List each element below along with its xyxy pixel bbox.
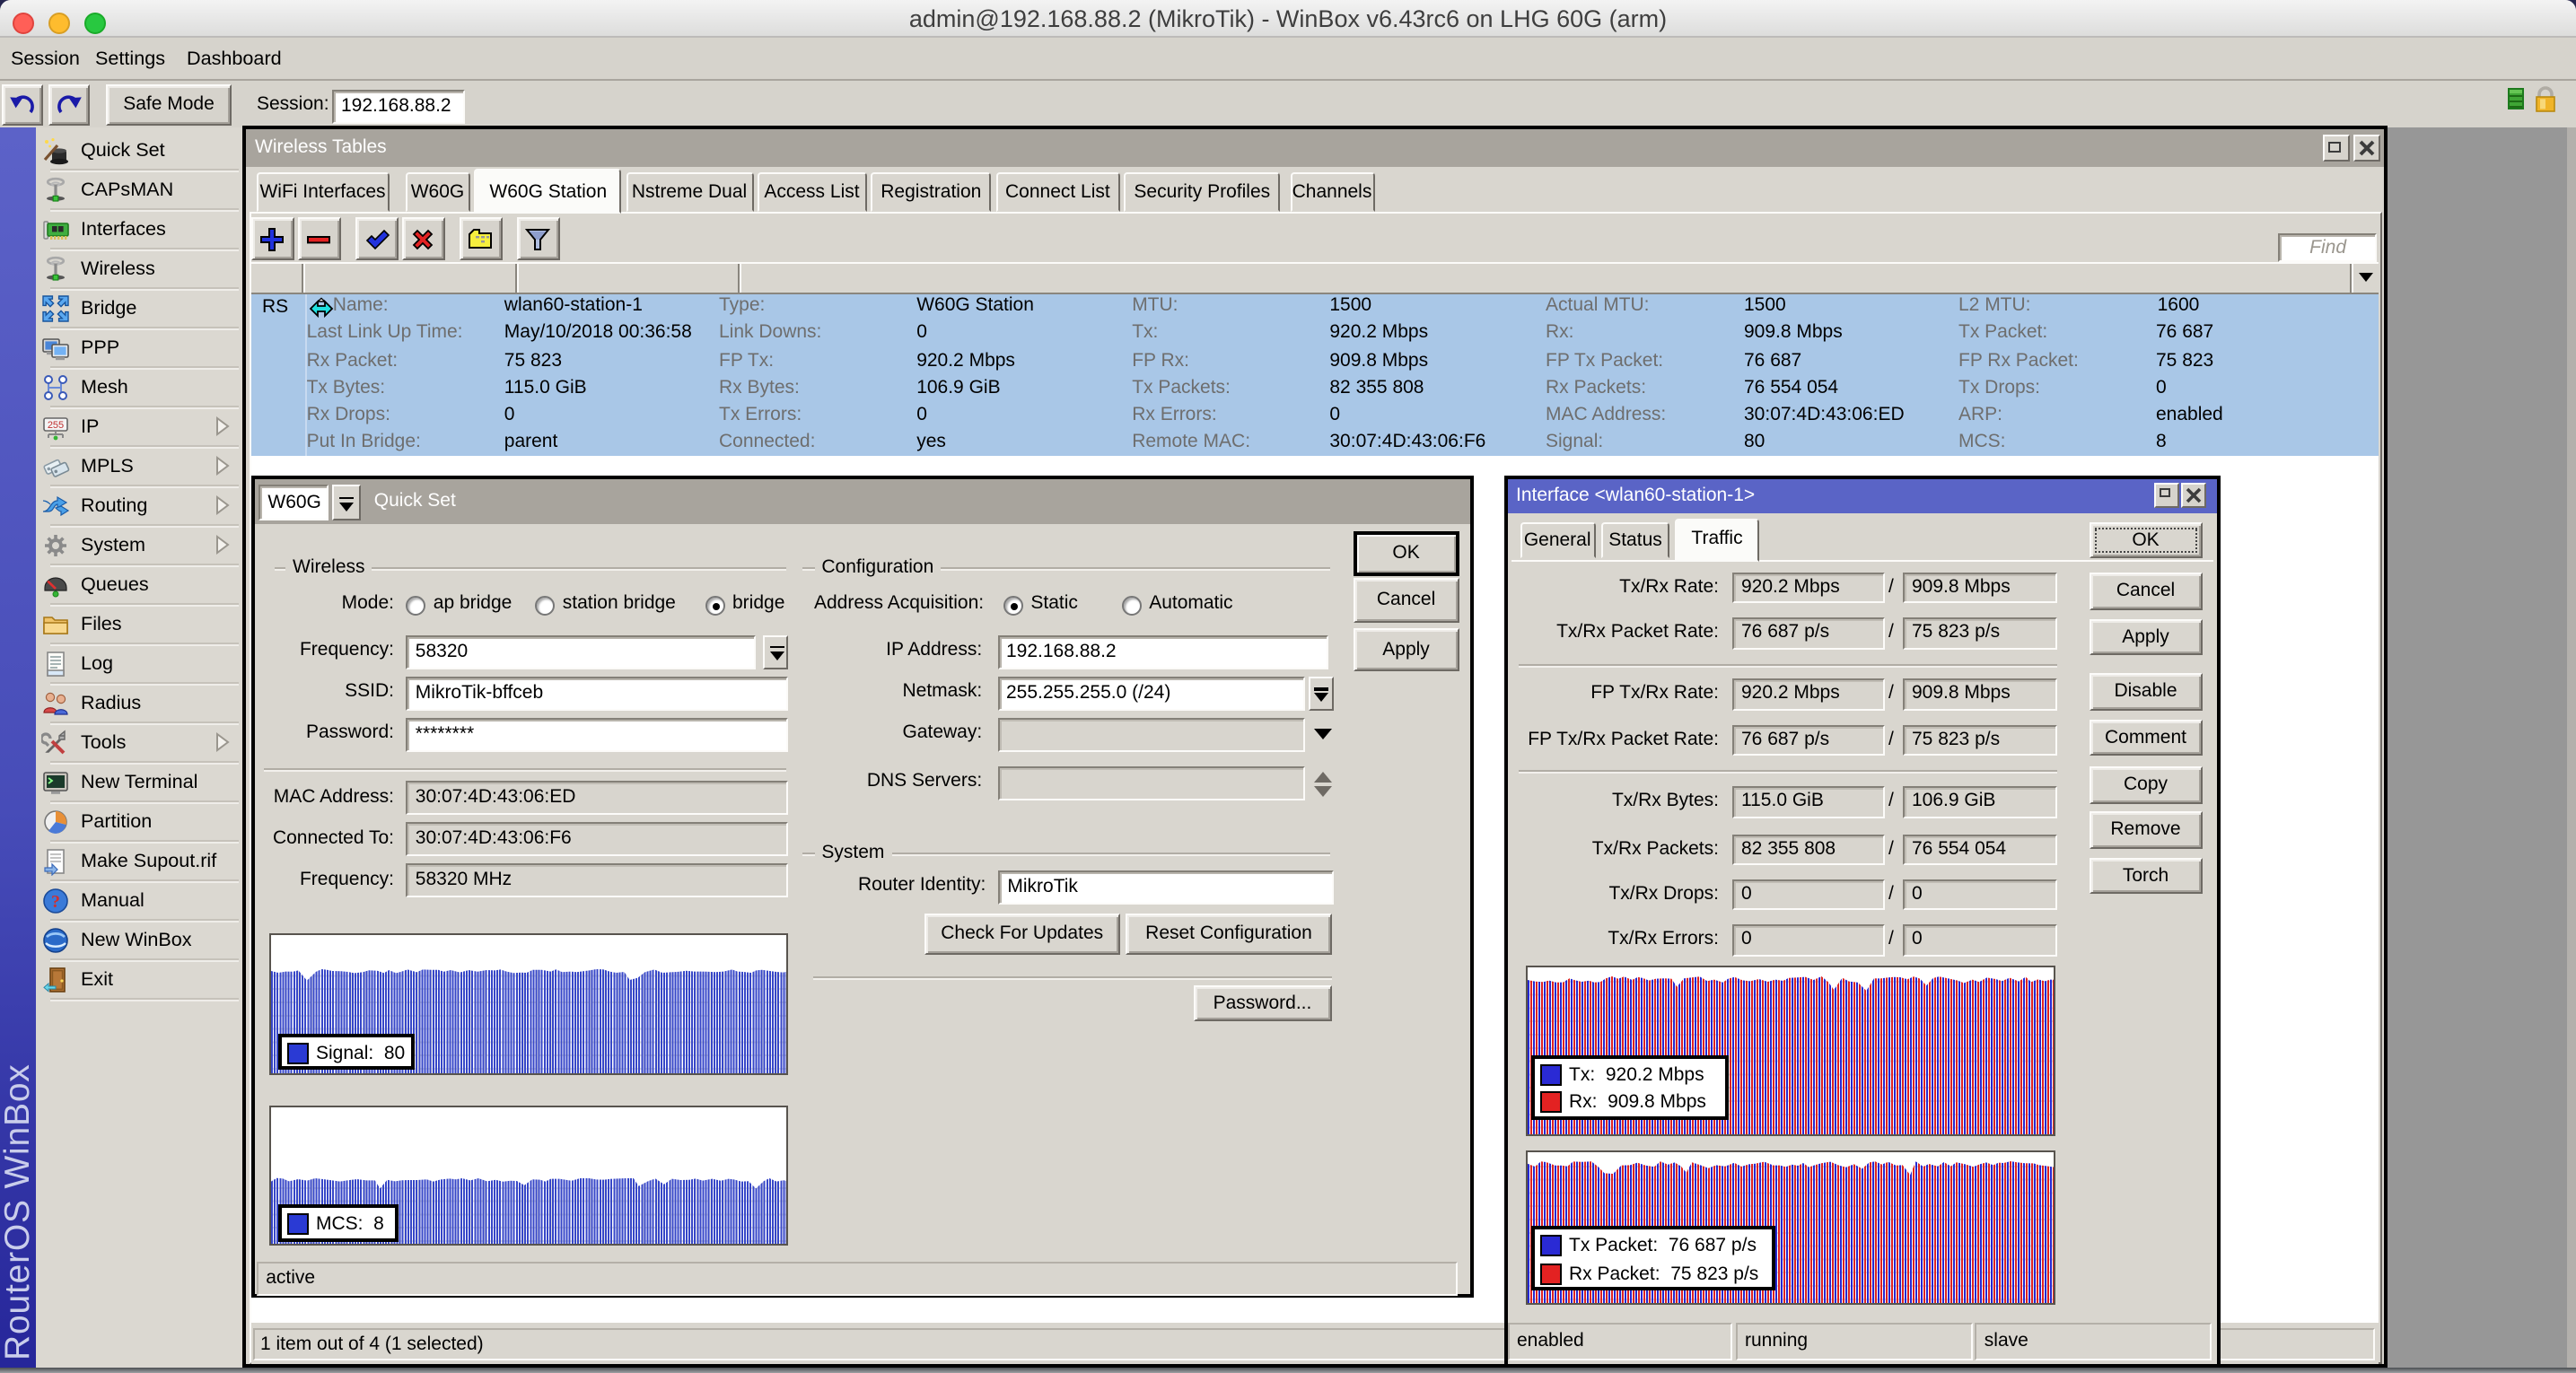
svg-text:RouterOS WinBox: RouterOS WinBox	[0, 1063, 36, 1360]
svg-text:255: 255	[48, 420, 64, 431]
svg-text:?: ?	[51, 892, 60, 912]
